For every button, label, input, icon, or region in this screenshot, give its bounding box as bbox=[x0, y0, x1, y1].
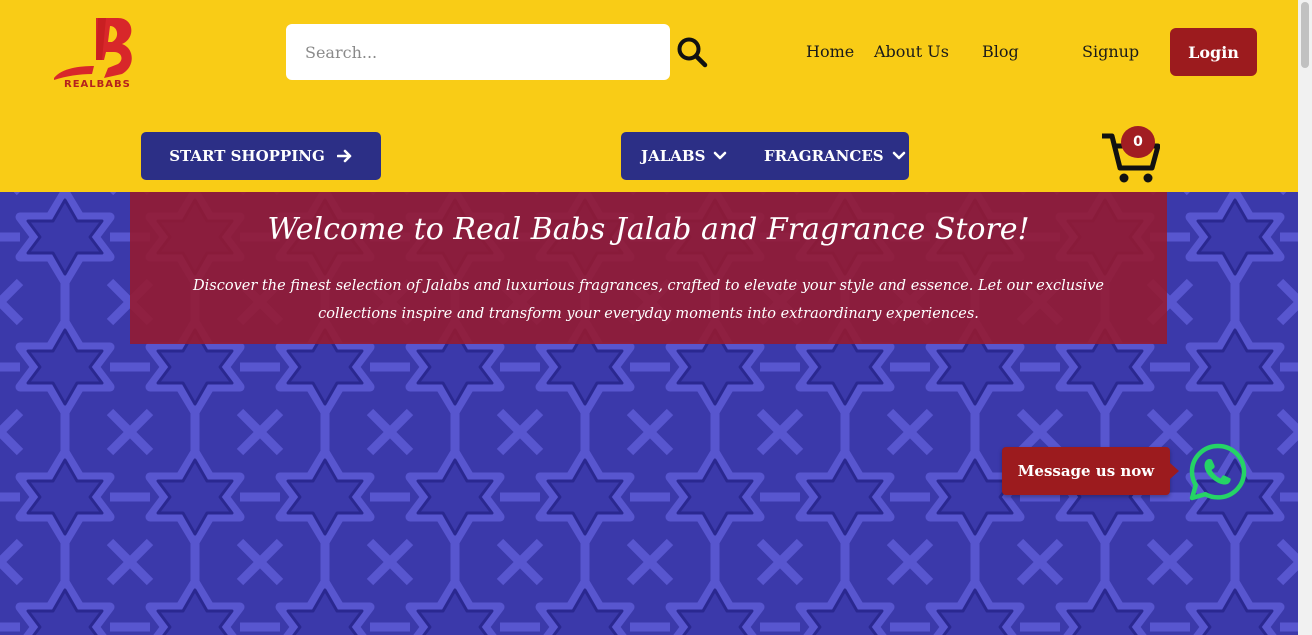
scrollbar-thumb[interactable] bbox=[1301, 2, 1309, 68]
login-button[interactable]: Login bbox=[1170, 28, 1257, 76]
search-icon[interactable] bbox=[676, 36, 708, 68]
welcome-description: Discover the finest selection of Jalabs … bbox=[193, 278, 1104, 322]
nav-signup[interactable]: Signup bbox=[1082, 42, 1139, 61]
jalabs-label: JALABS bbox=[641, 147, 706, 165]
cart-count-badge: 0 bbox=[1121, 126, 1155, 158]
message-us-button[interactable]: Message us now bbox=[1002, 447, 1170, 495]
search-input[interactable] bbox=[286, 24, 670, 80]
welcome-banner: Welcome to Real Babs Jalab and Fragrance… bbox=[130, 192, 1167, 344]
chevron-down-icon bbox=[892, 151, 905, 160]
nav-about-us[interactable]: About Us bbox=[874, 42, 949, 61]
nav-home[interactable]: Home bbox=[806, 42, 854, 61]
fragrances-label: FRAGRANCES bbox=[764, 147, 884, 165]
whatsapp-icon[interactable] bbox=[1186, 440, 1250, 504]
site-header: REALBABS Home About Us Blog Signup Login… bbox=[0, 0, 1298, 192]
start-shopping-button[interactable]: START SHOPPING bbox=[141, 132, 381, 180]
category-menu: JALABS FRAGRANCES bbox=[621, 132, 909, 180]
message-pointer bbox=[1170, 463, 1179, 479]
fragrances-dropdown[interactable]: FRAGRANCES bbox=[764, 132, 906, 180]
arrow-right-icon bbox=[336, 149, 352, 163]
welcome-title: Welcome to Real Babs Jalab and Fragrance… bbox=[267, 212, 1030, 247]
nav-blog[interactable]: Blog bbox=[982, 42, 1019, 61]
logo-text: REALBABS bbox=[64, 79, 131, 90]
jalabs-dropdown[interactable]: JALABS bbox=[641, 132, 727, 180]
chevron-down-icon bbox=[714, 151, 727, 160]
start-shopping-label: START SHOPPING bbox=[169, 147, 325, 165]
vertical-scrollbar[interactable] bbox=[1298, 0, 1312, 635]
